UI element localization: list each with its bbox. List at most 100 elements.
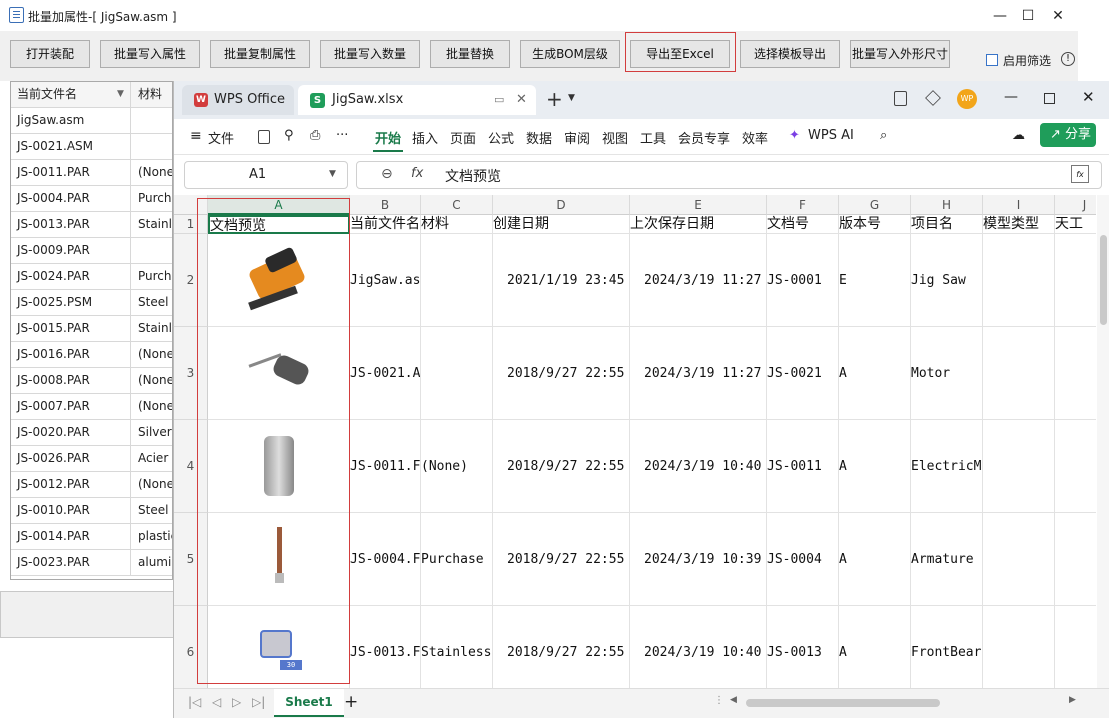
cube-icon[interactable]: [925, 90, 941, 106]
hscroll-thumb[interactable]: [746, 699, 940, 707]
header-cell[interactable]: 版本号: [839, 215, 911, 234]
preview-image-cell[interactable]: [208, 327, 350, 420]
tab-dropdown-icon[interactable]: ▼: [568, 93, 575, 103]
cell[interactable]: [1055, 234, 1096, 327]
row-header[interactable]: 5: [174, 513, 208, 606]
cell[interactable]: E: [839, 234, 911, 327]
name-box-dropdown-icon[interactable]: ▼: [329, 169, 336, 179]
row-header[interactable]: 3: [174, 327, 208, 420]
dropdown-icon[interactable]: ▼: [117, 82, 124, 107]
first-sheet-icon[interactable]: |◁: [188, 695, 201, 709]
cell[interactable]: [421, 327, 493, 420]
cell[interactable]: JS-0011.F: [350, 420, 421, 513]
batch-replace-button[interactable]: 批量替换: [430, 40, 510, 68]
ribbon-view[interactable]: 视图: [602, 128, 628, 147]
cell[interactable]: Stainless: [421, 606, 493, 688]
next-sheet-icon[interactable]: ▷: [232, 695, 241, 709]
fx-panel-icon[interactable]: fx: [1071, 165, 1089, 183]
batch-write-props-button[interactable]: 批量写入属性: [100, 40, 200, 68]
cell[interactable]: 2021/1/19 23:45: [493, 234, 630, 327]
ribbon-home[interactable]: 开始: [375, 128, 401, 147]
save-icon[interactable]: [258, 130, 270, 144]
cell[interactable]: (None): [421, 420, 493, 513]
more-icon[interactable]: ···: [336, 128, 348, 143]
cell[interactable]: 2024/3/19 10:40: [630, 420, 767, 513]
filter-checkbox[interactable]: [986, 54, 998, 66]
file-row[interactable]: JS-0026.PAR Acier: [11, 446, 172, 472]
ribbon-insert[interactable]: 插入: [412, 128, 438, 147]
cell[interactable]: [1055, 513, 1096, 606]
cell[interactable]: Purchase: [421, 513, 493, 606]
search-icon[interactable]: ⌕: [880, 128, 887, 143]
vertical-scrollbar[interactable]: [1097, 195, 1109, 688]
file-row[interactable]: JS-0011.PAR (None: [11, 160, 172, 186]
close-button[interactable]: ✕: [1038, 4, 1078, 28]
cell[interactable]: [1055, 327, 1096, 420]
file-row[interactable]: JS-0008.PAR (None: [11, 368, 172, 394]
windows-icon[interactable]: [894, 91, 907, 106]
cell[interactable]: [1055, 420, 1096, 513]
file-row[interactable]: JS-0014.PAR plastic: [11, 524, 172, 550]
cell[interactable]: [983, 234, 1055, 327]
cell[interactable]: 2024/3/19 11:27: [630, 234, 767, 327]
cell[interactable]: 2018/9/27 22:55: [493, 606, 630, 688]
last-sheet-icon[interactable]: ▷|: [252, 695, 265, 709]
row-header[interactable]: 6: [174, 606, 208, 688]
cloud-upload-icon[interactable]: ☁: [1012, 128, 1025, 143]
info-icon[interactable]: !: [1061, 52, 1075, 66]
header-cell[interactable]: 创建日期: [493, 215, 630, 234]
ribbon-data[interactable]: 数据: [526, 128, 552, 147]
wps-maximize-button[interactable]: [1044, 93, 1055, 104]
file-row[interactable]: JS-0025.PSM Steel: [11, 290, 172, 316]
tab-wps-office[interactable]: W WPS Office: [182, 85, 294, 115]
cell[interactable]: Jig Saw: [911, 234, 983, 327]
cell[interactable]: 2024/3/19 11:27: [630, 327, 767, 420]
hscroll-right-icon[interactable]: ▶: [1069, 695, 1076, 705]
open-assembly-button[interactable]: 打开装配: [10, 40, 90, 68]
select-all-corner[interactable]: [174, 195, 208, 215]
header-cell[interactable]: 天工: [1055, 215, 1096, 234]
zoom-icon[interactable]: ⊖: [381, 166, 393, 182]
ribbon-wps-ai[interactable]: WPS AI: [808, 128, 854, 143]
cell[interactable]: 2024/3/19 10:40: [630, 606, 767, 688]
cell[interactable]: [983, 420, 1055, 513]
file-row[interactable]: JS-0013.PAR Stainl: [11, 212, 172, 238]
preview-image-cell[interactable]: [208, 234, 350, 327]
name-box[interactable]: A1 ▼: [184, 161, 348, 189]
formula-bar[interactable]: ⊖ fx 文档预览 fx: [356, 161, 1102, 189]
vscroll-thumb[interactable]: [1100, 235, 1107, 325]
header-cell[interactable]: 文档号: [767, 215, 839, 234]
ribbon-tools[interactable]: 工具: [640, 128, 666, 147]
cell[interactable]: JS-0004: [767, 513, 839, 606]
cell[interactable]: JigSaw.asm: [350, 234, 421, 327]
column-header-f[interactable]: F: [767, 195, 839, 215]
file-row[interactable]: JS-0024.PAR Purch: [11, 264, 172, 290]
cell[interactable]: JS-0021.ASM: [350, 327, 421, 420]
screen-icon[interactable]: ▭: [494, 85, 504, 115]
cell[interactable]: 2018/9/27 22:55: [493, 327, 630, 420]
ribbon-member[interactable]: 会员专享: [678, 128, 730, 147]
header-cell[interactable]: 材料: [421, 215, 493, 234]
column-header-g[interactable]: G: [839, 195, 911, 215]
ribbon-review[interactable]: 审阅: [564, 128, 590, 147]
wps-ai-icon[interactable]: ✦: [789, 128, 800, 143]
row-header[interactable]: 1: [174, 215, 208, 234]
file-row[interactable]: JS-0015.PAR Stainl: [11, 316, 172, 342]
cell[interactable]: [983, 327, 1055, 420]
file-row[interactable]: JS-0016.PAR (None: [11, 342, 172, 368]
spreadsheet-grid[interactable]: A B C D E F G H I J 1 文档预览 当前文件名 材料 创建日期 上次保存日期 文档号 版本号 项目…: [174, 195, 1096, 688]
file-row[interactable]: JigSaw.asm: [11, 108, 172, 134]
cell[interactable]: [1055, 606, 1096, 688]
batch-write-qty-button[interactable]: 批量写入数量: [320, 40, 420, 68]
file-row[interactable]: JS-0007.PAR (None: [11, 394, 172, 420]
generate-bom-button[interactable]: 生成BOM层级: [520, 40, 620, 68]
header-cell[interactable]: 上次保存日期: [630, 215, 767, 234]
sheet-tab-sheet1[interactable]: Sheet1: [274, 689, 344, 717]
template-export-button[interactable]: 选择模板导出: [740, 40, 840, 68]
avatar[interactable]: WP: [957, 89, 977, 109]
header-cell[interactable]: 项目名: [911, 215, 983, 234]
file-row[interactable]: JS-0021.ASM: [11, 134, 172, 160]
cell[interactable]: FrontBearing: [911, 606, 983, 688]
menu-icon[interactable]: ≡: [190, 128, 202, 144]
file-row[interactable]: JS-0010.PAR Steel: [11, 498, 172, 524]
